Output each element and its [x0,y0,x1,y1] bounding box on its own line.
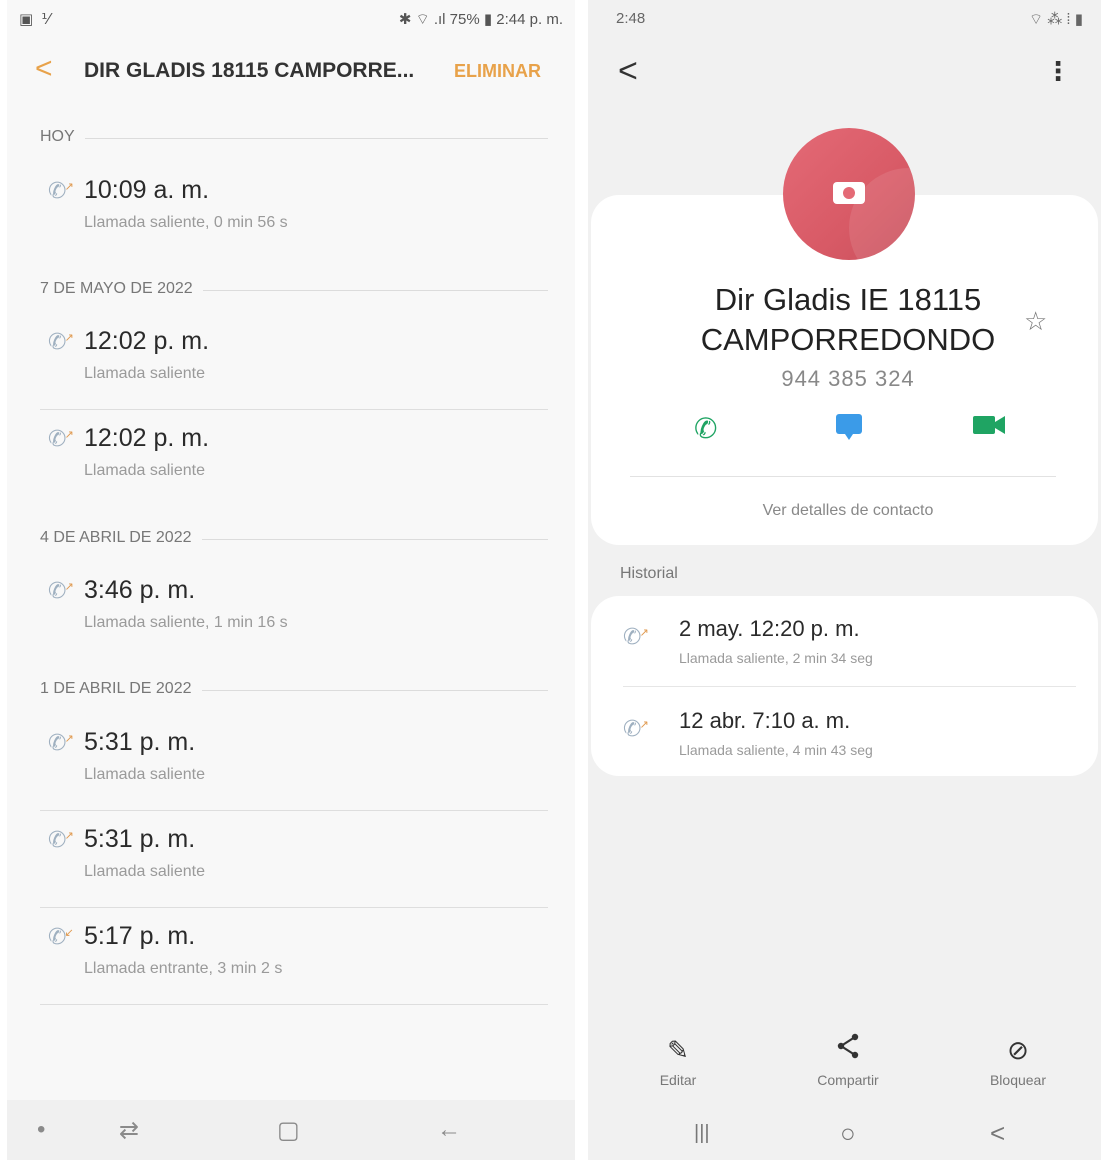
call-entry[interactable]: ✆↗ 12:02 p. m. Llamada saliente [40,327,548,423]
status-left-icons: ▣ ⅟ [19,11,52,28]
back-icon[interactable]: ← [437,1116,461,1144]
history-time: 2 may. 12:20 p. m. [679,616,860,641]
message-bubble-icon [836,414,862,440]
call-time: 5:31 p. m. [84,728,196,756]
back-icon[interactable]: < [990,1118,1005,1149]
call-detail: Llamada saliente, 0 min 56 s [84,214,288,231]
share-nodes-icon [837,1033,859,1059]
edit-label: Editar [659,1072,697,1088]
call-log-header: < DIR GLADIS 18115 CAMPORRE... ELIMINAR [7,44,575,100]
avatar[interactable] [783,128,915,260]
history-detail: Llamada saliente, 2 min 34 seg [679,650,873,666]
section-header-april-1: 1 DE ABRIL DE 2022 [40,680,548,700]
share-label: Compartir [817,1072,879,1088]
call-time: 10:09 a. m. [84,176,210,204]
status-bar: ▣ ⅟ ✱ ⌔ .ıl 75% ▮ 2:44 p. m. [7,0,575,40]
call-detail: Llamada saliente [84,863,205,880]
section-header-may-7: 7 DE MAYO DE 2022 [40,280,548,300]
history-detail: Llamada saliente, 4 min 43 seg [679,742,873,758]
status-time: 2:48 [616,10,646,27]
divider [630,476,1056,477]
call-detail: Llamada saliente [84,462,205,479]
status-right-info: ✱ ⌔ .ıl 75% ▮ 2:44 p. m. [398,11,563,28]
camera-icon [833,182,865,204]
video-camera-icon [973,416,1005,434]
more-options-icon[interactable]: ⋮ [1045,58,1071,84]
call-detail: Llamada entrante, 3 min 2 s [84,960,283,977]
contact-screen: 2:48 ⌔ ⁂ ⁞ ▮ < ⋮ Dir Gladis IE 18115 CAM… [588,0,1101,1160]
call-time: 5:31 p. m. [84,825,196,853]
pencil-icon: ✎ [667,1035,689,1065]
favorite-star-icon[interactable]: ☆ [1024,306,1047,337]
home-icon[interactable]: ▢ [277,1116,300,1145]
edit-button[interactable]: ✎ Editar [618,1032,738,1088]
back-arrow-icon[interactable]: < [618,54,638,88]
outgoing-call-icon: ✆↗ [48,730,74,755]
call-entry[interactable]: ✆↗ 10:09 a. m. Llamada saliente, 0 min 5… [40,176,548,272]
history-card: ✆↗ 2 may. 12:20 p. m. Llamada saliente, … [591,596,1098,776]
outgoing-call-icon: ✆↗ [48,578,74,603]
outgoing-call-icon: ✆↗ [48,827,74,852]
recents-icon[interactable]: ||| [694,1122,710,1145]
outgoing-call-icon: ✆↗ [48,178,74,203]
call-entry[interactable]: ✆↗ 5:31 p. m. Llamada saliente [40,825,548,921]
call-time: 5:17 p. m. [84,922,196,950]
view-contact-details-link[interactable]: Ver detalles de contacto [588,502,1101,520]
outgoing-call-icon: ✆↗ [48,329,74,354]
call-log-screen: ▣ ⅟ ✱ ⌔ .ıl 75% ▮ 2:44 p. m. < DIR GLADI… [7,0,575,1160]
share-icon [788,1032,908,1068]
call-detail: Llamada saliente [84,365,205,382]
history-item[interactable]: ✆↗ 12 abr. 7:10 a. m. Llamada saliente, … [591,688,1098,778]
call-entry[interactable]: ✆↙ 5:17 p. m. Llamada entrante, 3 min 2 … [40,922,548,1018]
history-time: 12 abr. 7:10 a. m. [679,708,851,733]
navigation-bar: • ⇄ ▢ ← [7,1100,575,1160]
section-header-today: HOY [40,128,548,148]
video-call-icon[interactable] [972,412,1006,445]
nav-dot-icon[interactable]: • [37,1116,45,1144]
call-icon[interactable]: ✆ [694,412,717,445]
call-time: 3:46 p. m. [84,576,196,604]
share-button[interactable]: Compartir [788,1032,908,1088]
block-button[interactable]: ⊘ Bloquear [958,1032,1078,1088]
outgoing-call-icon: ✆↗ [48,426,74,451]
home-icon[interactable]: ○ [840,1118,856,1149]
message-icon[interactable] [835,412,863,449]
contact-phone-number: 944 385 324 [781,366,915,391]
history-item[interactable]: ✆↗ 2 may. 12:20 p. m. Llamada saliente, … [591,596,1098,687]
call-entry[interactable]: ✆↗ 3:46 p. m. Llamada saliente, 1 min 16… [40,576,548,672]
section-header-april-4: 4 DE ABRIL DE 2022 [40,529,548,549]
call-time: 12:02 p. m. [84,327,210,355]
delete-button[interactable]: ELIMINAR [454,61,541,82]
page-title: DIR GLADIS 18115 CAMPORRE... [84,59,415,82]
call-entry[interactable]: ✆↗ 5:31 p. m. Llamada saliente [40,728,548,824]
call-entry[interactable]: ✆↗ 12:02 p. m. Llamada saliente [40,424,548,520]
recents-icon[interactable]: ⇄ [119,1116,139,1145]
incoming-call-icon: ✆↙ [48,924,74,949]
status-bar: 2:48 ⌔ ⁂ ⁞ ▮ [588,0,1101,40]
block-label: Bloquear [989,1072,1047,1088]
status-right-icons: ⌔ ⁂ ⁞ ▮ [1028,11,1083,28]
block-icon: ⊘ [1007,1035,1029,1065]
call-detail: Llamada saliente [84,766,205,783]
back-arrow-icon[interactable]: < [35,54,53,84]
navigation-bar: ||| ○ < [588,1104,1101,1160]
history-label: Historial [620,565,678,582]
call-detail: Llamada saliente, 1 min 16 s [84,614,288,631]
call-time: 12:02 p. m. [84,424,210,452]
outgoing-call-icon: ✆↗ [623,716,649,741]
outgoing-call-icon: ✆↗ [623,624,649,649]
